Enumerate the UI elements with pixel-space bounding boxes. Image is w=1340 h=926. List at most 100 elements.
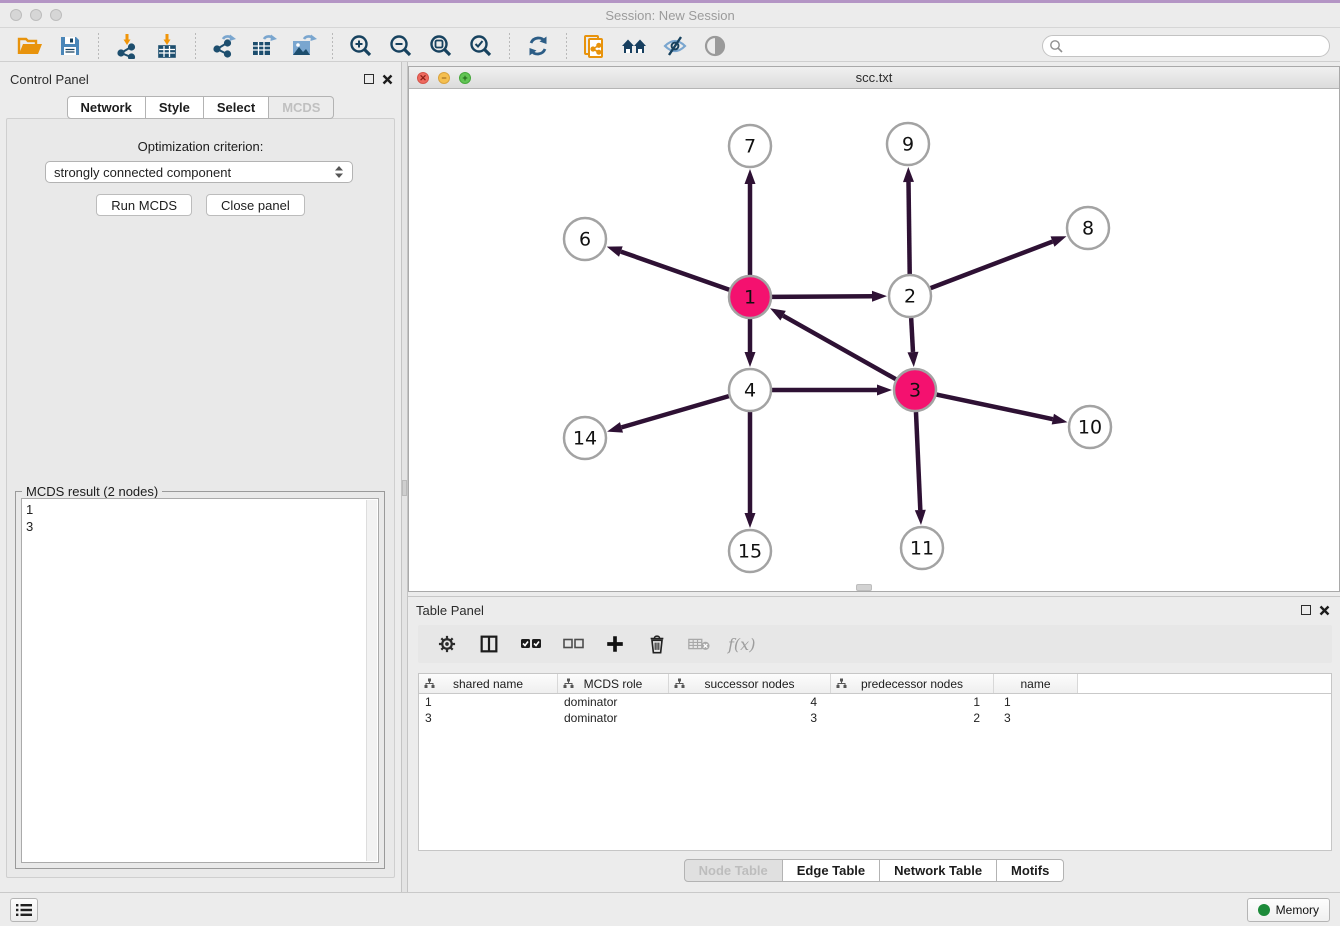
graph-node-2[interactable]: 2 (889, 275, 931, 317)
table-settings-button[interactable] (432, 630, 462, 658)
zoom-out-button[interactable] (386, 32, 416, 60)
cell-name[interactable]: 3 (994, 711, 1078, 725)
tab-network-table[interactable]: Network Table (880, 859, 997, 882)
svg-text:14: 14 (573, 428, 597, 450)
import-network-button[interactable] (112, 32, 142, 60)
svg-text:1: 1 (744, 287, 756, 309)
maximize-window-icon[interactable] (50, 9, 62, 21)
minimize-network-icon[interactable]: − (438, 72, 450, 84)
homes-button[interactable] (620, 32, 650, 60)
tab-node-table[interactable]: Node Table (684, 859, 783, 882)
graph-edge-3-1[interactable] (783, 316, 896, 380)
save-session-button[interactable] (55, 32, 85, 60)
canvas-splitter-handle[interactable] (856, 584, 872, 591)
cell-mcds-role[interactable]: dominator (558, 711, 669, 725)
minimize-window-icon[interactable] (30, 9, 42, 21)
graph-edge-2-8[interactable] (931, 242, 1053, 289)
cell-successor-nodes[interactable]: 4 (669, 695, 831, 709)
run-mcds-button[interactable]: Run MCDS (96, 194, 192, 216)
graph-node-9[interactable]: 9 (887, 123, 929, 165)
tab-select[interactable]: Select (204, 96, 269, 119)
cell-predecessor-nodes[interactable]: 2 (831, 711, 994, 725)
split-columns-button[interactable] (474, 630, 504, 658)
export-table-button[interactable] (249, 32, 279, 60)
create-column-button[interactable] (600, 630, 630, 658)
duplicate-network-button[interactable] (580, 32, 610, 60)
zoom-selected-button[interactable] (466, 32, 496, 60)
float-panel-icon[interactable] (364, 74, 374, 84)
graph-node-10[interactable]: 10 (1069, 406, 1111, 448)
graph-node-1[interactable]: 1 (729, 276, 771, 318)
graph-edge-4-14[interactable] (621, 396, 728, 427)
unselect-all-columns-button[interactable] (558, 630, 588, 658)
graph-edge-2-9[interactable] (909, 182, 910, 274)
graph-edge-arrow-4-3 (877, 385, 892, 396)
cell-mcds-role[interactable]: dominator (558, 695, 669, 709)
refresh-button[interactable] (523, 32, 553, 60)
zoom-in-button[interactable] (346, 32, 376, 60)
graph-node-7[interactable]: 7 (729, 125, 771, 167)
eye-button[interactable] (700, 32, 730, 60)
graph-node-15[interactable]: 15 (729, 530, 771, 572)
mcds-result-text[interactable]: 1 3 (21, 498, 379, 863)
hide-vizmap-button[interactable] (660, 32, 690, 60)
function-builder-button[interactable]: f(x) (728, 635, 755, 654)
column-header-predecessor-nodes[interactable]: predecessor nodes (831, 674, 994, 693)
graph-edge-1-2[interactable] (772, 296, 872, 297)
graph-node-3[interactable]: 3 (894, 369, 936, 411)
close-panel-button[interactable]: Close panel (206, 194, 305, 216)
panel-splitter[interactable] (401, 62, 408, 892)
table-row[interactable]: 1 dominator 4 1 1 (419, 694, 1331, 710)
column-header-name[interactable]: name (994, 674, 1078, 693)
open-file-button[interactable] (15, 32, 45, 60)
tab-network[interactable]: Network (67, 96, 146, 119)
select-stepper-icon (334, 165, 344, 179)
float-table-panel-icon[interactable] (1301, 605, 1311, 615)
close-panel-icon[interactable] (382, 74, 393, 85)
graph-node-6[interactable]: 6 (564, 218, 606, 260)
export-image-button[interactable] (289, 32, 319, 60)
close-table-panel-icon[interactable] (1319, 605, 1330, 616)
result-scrollbar[interactable] (366, 500, 377, 861)
zoom-fit-button[interactable] (426, 32, 456, 60)
graph-edge-1-6[interactable] (621, 252, 729, 290)
search-input[interactable] (1042, 35, 1330, 57)
graph-edge-3-10[interactable] (937, 395, 1053, 420)
delete-column-button[interactable] (684, 630, 714, 658)
network-canvas[interactable]: 7 9 6 8 1 2 4 3 14 10 15 11 (409, 89, 1339, 591)
network-titlebar[interactable]: ✕ − + scc.txt (409, 67, 1339, 89)
cell-predecessor-nodes[interactable]: 1 (831, 695, 994, 709)
graph-node-4[interactable]: 4 (729, 369, 771, 411)
list-icon (16, 903, 32, 917)
graph-edge-3-11[interactable] (916, 412, 920, 510)
column-header-shared-name[interactable]: shared name (419, 674, 558, 693)
table-row[interactable]: 3 dominator 3 2 3 (419, 710, 1331, 726)
tab-mcds[interactable]: MCDS (269, 96, 334, 119)
task-history-button[interactable] (10, 898, 38, 922)
column-header-successor-nodes[interactable]: successor nodes (669, 674, 831, 693)
import-table-button[interactable] (152, 32, 182, 60)
select-all-columns-button[interactable] (516, 630, 546, 658)
close-network-icon[interactable]: ✕ (417, 72, 429, 84)
graph-node-14[interactable]: 14 (564, 417, 606, 459)
graph-node-11[interactable]: 11 (901, 527, 943, 569)
close-window-icon[interactable] (10, 9, 22, 21)
export-network-button[interactable] (209, 32, 239, 60)
tab-style[interactable]: Style (146, 96, 204, 119)
graph-node-8[interactable]: 8 (1067, 207, 1109, 249)
network-window: ✕ − + scc.txt 7 9 6 8 1 2 4 3 14 10 15 11 (408, 66, 1340, 592)
cell-shared-name[interactable]: 3 (419, 711, 558, 725)
optimization-criterion-select[interactable]: strongly connected component (45, 161, 353, 183)
application-window: Session: New Session (0, 0, 1340, 926)
cell-successor-nodes[interactable]: 3 (669, 711, 831, 725)
cell-shared-name[interactable]: 1 (419, 695, 558, 709)
column-header-mcds-role[interactable]: MCDS role (558, 674, 669, 693)
tab-edge-table[interactable]: Edge Table (783, 859, 880, 882)
tab-motifs[interactable]: Motifs (997, 859, 1064, 882)
cell-name[interactable]: 1 (994, 695, 1078, 709)
splitter-grip[interactable] (402, 480, 407, 496)
delete-button[interactable] (642, 630, 672, 658)
memory-button[interactable]: Memory (1247, 898, 1330, 922)
graph-edge-2-3[interactable] (911, 318, 913, 352)
maximize-network-icon[interactable]: + (459, 72, 471, 84)
